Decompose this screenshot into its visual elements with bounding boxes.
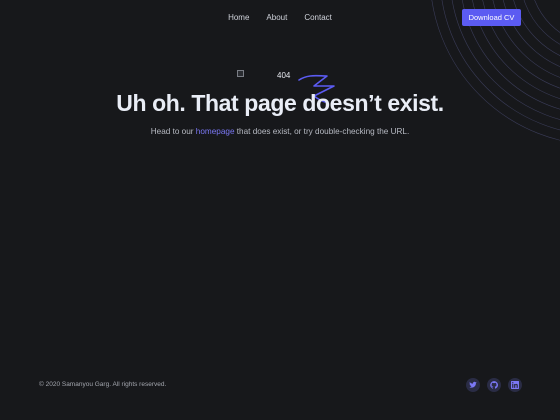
linkedin-icon — [511, 381, 519, 389]
github-link[interactable] — [487, 378, 501, 392]
download-cv-button[interactable]: Download CV — [462, 9, 521, 26]
image-alt-text: 404 — [277, 71, 291, 80]
nav-home-link[interactable]: Home — [228, 12, 249, 24]
subtitle-text-after: that does exist, or try double-checking … — [234, 127, 410, 136]
linkedin-link[interactable] — [508, 378, 522, 392]
background-decoration — [298, 0, 560, 141]
nav-contact-link[interactable]: Contact — [304, 12, 332, 24]
twitter-link[interactable] — [466, 378, 480, 392]
page-title: Uh oh. That page doesn’t exist. — [116, 90, 444, 116]
homepage-link[interactable]: homepage — [196, 127, 235, 136]
nav-about-link[interactable]: About — [266, 12, 287, 24]
page-subtitle: Head to our homepage that does exist, or… — [0, 127, 560, 136]
subtitle-text-before: Head to our — [150, 127, 196, 136]
footer-copyright: © 2020 Samanyou Garg. All rights reserve… — [39, 381, 167, 388]
twitter-icon — [469, 381, 477, 388]
github-icon — [490, 381, 498, 389]
broken-image-icon — [237, 70, 244, 77]
